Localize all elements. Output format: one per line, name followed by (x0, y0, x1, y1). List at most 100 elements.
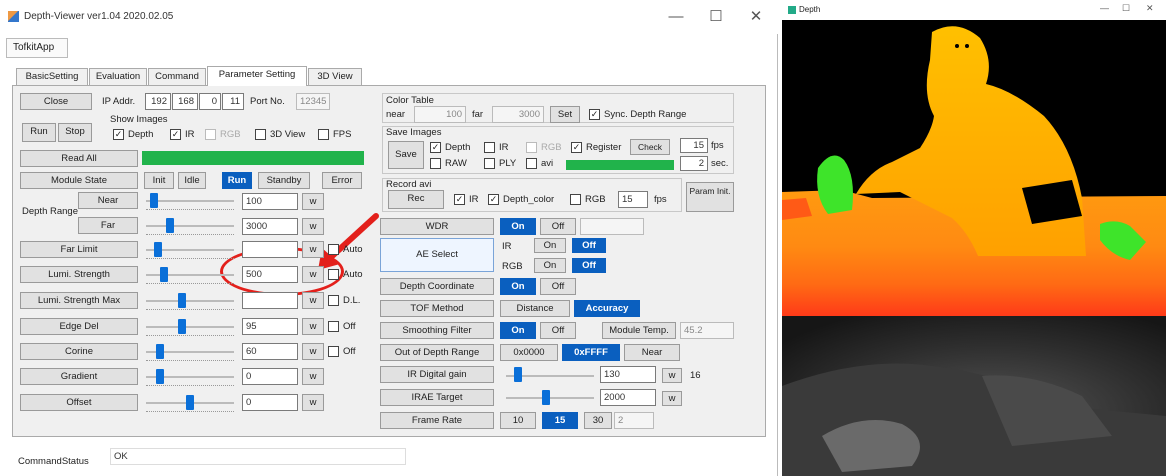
out-of-range-ffff-button[interactable]: 0xFFFF (562, 344, 620, 361)
param-write-button[interactable]: w (302, 394, 324, 411)
read-all-button[interactable]: Read All (20, 150, 138, 167)
frame-rate-button[interactable]: Frame Rate (380, 412, 494, 429)
stop-button[interactable]: Stop (58, 123, 92, 142)
port-field[interactable]: 12345 (296, 93, 330, 110)
param-option-checkbox[interactable] (328, 269, 339, 280)
wdr-button[interactable]: WDR (380, 218, 494, 235)
ae-rgb-on-button[interactable]: On (534, 258, 566, 273)
depth-maximize-button[interactable]: ☐ (1122, 3, 1130, 14)
param-option-checkbox[interactable] (328, 346, 339, 357)
check-button[interactable]: Check (630, 139, 670, 155)
rec-fps-input[interactable]: 15 (618, 191, 648, 208)
depth-coord-off-button[interactable]: Off (540, 278, 576, 295)
smoothing-filter-button[interactable]: Smoothing Filter (380, 322, 494, 339)
menu-tofkitapp[interactable]: TofkitApp (6, 38, 68, 58)
wdr-off-button[interactable]: Off (540, 218, 576, 235)
tab-parameter-setting[interactable]: Parameter Setting (207, 66, 307, 86)
irae-write-button[interactable]: w (662, 391, 682, 406)
far-slider-thumb[interactable] (166, 218, 174, 233)
tof-method-button[interactable]: TOF Method (380, 300, 494, 317)
ip-octet-3[interactable]: 0 (199, 93, 221, 110)
param-name-button[interactable]: Edge Del (20, 318, 138, 335)
param-value-input[interactable] (242, 241, 298, 258)
color-near-input[interactable]: 100 (414, 106, 466, 123)
out-of-range-near-button[interactable]: Near (624, 344, 680, 361)
module-state-button[interactable]: Module State (20, 172, 138, 189)
maximize-button[interactable]: ☐ (696, 6, 736, 28)
depth-coordinate-button[interactable]: Depth Coordinate (380, 278, 494, 295)
param-slider-thumb[interactable] (160, 267, 168, 282)
state-idle-button[interactable]: Idle (178, 172, 206, 189)
color-far-input[interactable]: 3000 (492, 106, 544, 123)
ir-gain-slider-thumb[interactable] (514, 367, 522, 382)
smoothing-off-button[interactable]: Off (540, 322, 576, 339)
frame-rate-10-button[interactable]: 10 (500, 412, 536, 429)
param-name-button[interactable]: Offset (20, 394, 138, 411)
minimize-button[interactable]: — (656, 6, 696, 28)
irae-input[interactable]: 2000 (600, 389, 656, 406)
tab-basic-setting[interactable]: BasicSetting (16, 68, 88, 85)
save-ir-checkbox[interactable] (484, 142, 495, 153)
save-ply-checkbox[interactable] (484, 158, 495, 169)
rec-depth-color-checkbox[interactable]: ✓ (488, 194, 499, 205)
param-name-button[interactable]: Lumi. Strength Max (20, 292, 138, 309)
param-value-input[interactable] (242, 292, 298, 309)
rec-button[interactable]: Rec (388, 190, 444, 209)
param-name-button[interactable]: Corine (20, 343, 138, 360)
depth-near-button[interactable]: Near (78, 192, 138, 209)
state-error-button[interactable]: Error (322, 172, 362, 189)
irae-slider-thumb[interactable] (542, 390, 550, 405)
state-init-button[interactable]: Init (144, 172, 174, 189)
param-write-button[interactable]: w (302, 318, 324, 335)
state-standby-button[interactable]: Standby (258, 172, 310, 189)
param-slider-thumb[interactable] (186, 395, 194, 410)
rec-ir-checkbox[interactable]: ✓ (454, 194, 465, 205)
depth-far-input[interactable]: 3000 (242, 218, 298, 235)
depth-far-button[interactable]: Far (78, 217, 138, 234)
save-depth-checkbox[interactable]: ✓ (430, 142, 441, 153)
ae-rgb-off-button[interactable]: Off (572, 258, 606, 273)
color-set-button[interactable]: Set (550, 106, 580, 123)
rec-rgb-checkbox[interactable] (570, 194, 581, 205)
depth-coord-on-button[interactable]: On (500, 278, 536, 295)
tof-distance-button[interactable]: Distance (500, 300, 570, 317)
ir-gain-write-button[interactable]: w (662, 368, 682, 383)
near-slider-thumb[interactable] (150, 193, 158, 208)
ip-octet-1[interactable]: 192 (145, 93, 171, 110)
param-slider-thumb[interactable] (178, 293, 186, 308)
param-write-button[interactable]: w (302, 343, 324, 360)
run-button[interactable]: Run (22, 123, 56, 142)
save-button[interactable]: Save (388, 141, 424, 169)
param-value-input[interactable]: 95 (242, 318, 298, 335)
tab-evaluation[interactable]: Evaluation (89, 68, 147, 85)
close-connection-button[interactable]: Close (20, 93, 92, 110)
ir-gain-input[interactable]: 130 (600, 366, 656, 383)
irae-target-button[interactable]: IRAE Target (380, 389, 494, 406)
tab-command[interactable]: Command (148, 68, 206, 85)
save-rgb-checkbox[interactable] (526, 142, 537, 153)
save-raw-checkbox[interactable] (430, 158, 441, 169)
frame-rate-15-button[interactable]: 15 (542, 412, 578, 429)
param-name-button[interactable]: Far Limit (20, 241, 138, 258)
ae-select-button[interactable]: AE Select (380, 238, 494, 272)
depth-near-input[interactable]: 100 (242, 193, 298, 210)
ir-digital-gain-button[interactable]: IR Digital gain (380, 366, 494, 383)
depth-minimize-button[interactable]: — (1100, 3, 1109, 13)
param-slider-thumb[interactable] (178, 319, 186, 334)
param-slider-thumb[interactable] (156, 369, 164, 384)
show-3d-view-checkbox[interactable] (255, 129, 266, 140)
tab-3d-view[interactable]: 3D View (308, 68, 362, 85)
show-rgb-checkbox[interactable] (205, 129, 216, 140)
param-value-input[interactable]: 60 (242, 343, 298, 360)
close-window-button[interactable]: ✕ (736, 6, 776, 28)
param-slider-thumb[interactable] (154, 242, 162, 257)
tof-accuracy-button[interactable]: Accuracy (574, 300, 640, 317)
show-fps-checkbox[interactable] (318, 129, 329, 140)
param-slider-thumb[interactable] (156, 344, 164, 359)
depth-near-write-button[interactable]: w (302, 193, 324, 210)
save-seconds-input[interactable]: 2 (680, 156, 708, 171)
param-write-button[interactable]: w (302, 266, 324, 283)
ip-octet-2[interactable]: 168 (172, 93, 198, 110)
param-write-button[interactable]: w (302, 241, 324, 258)
param-init-button[interactable]: Param Init. (686, 182, 734, 212)
